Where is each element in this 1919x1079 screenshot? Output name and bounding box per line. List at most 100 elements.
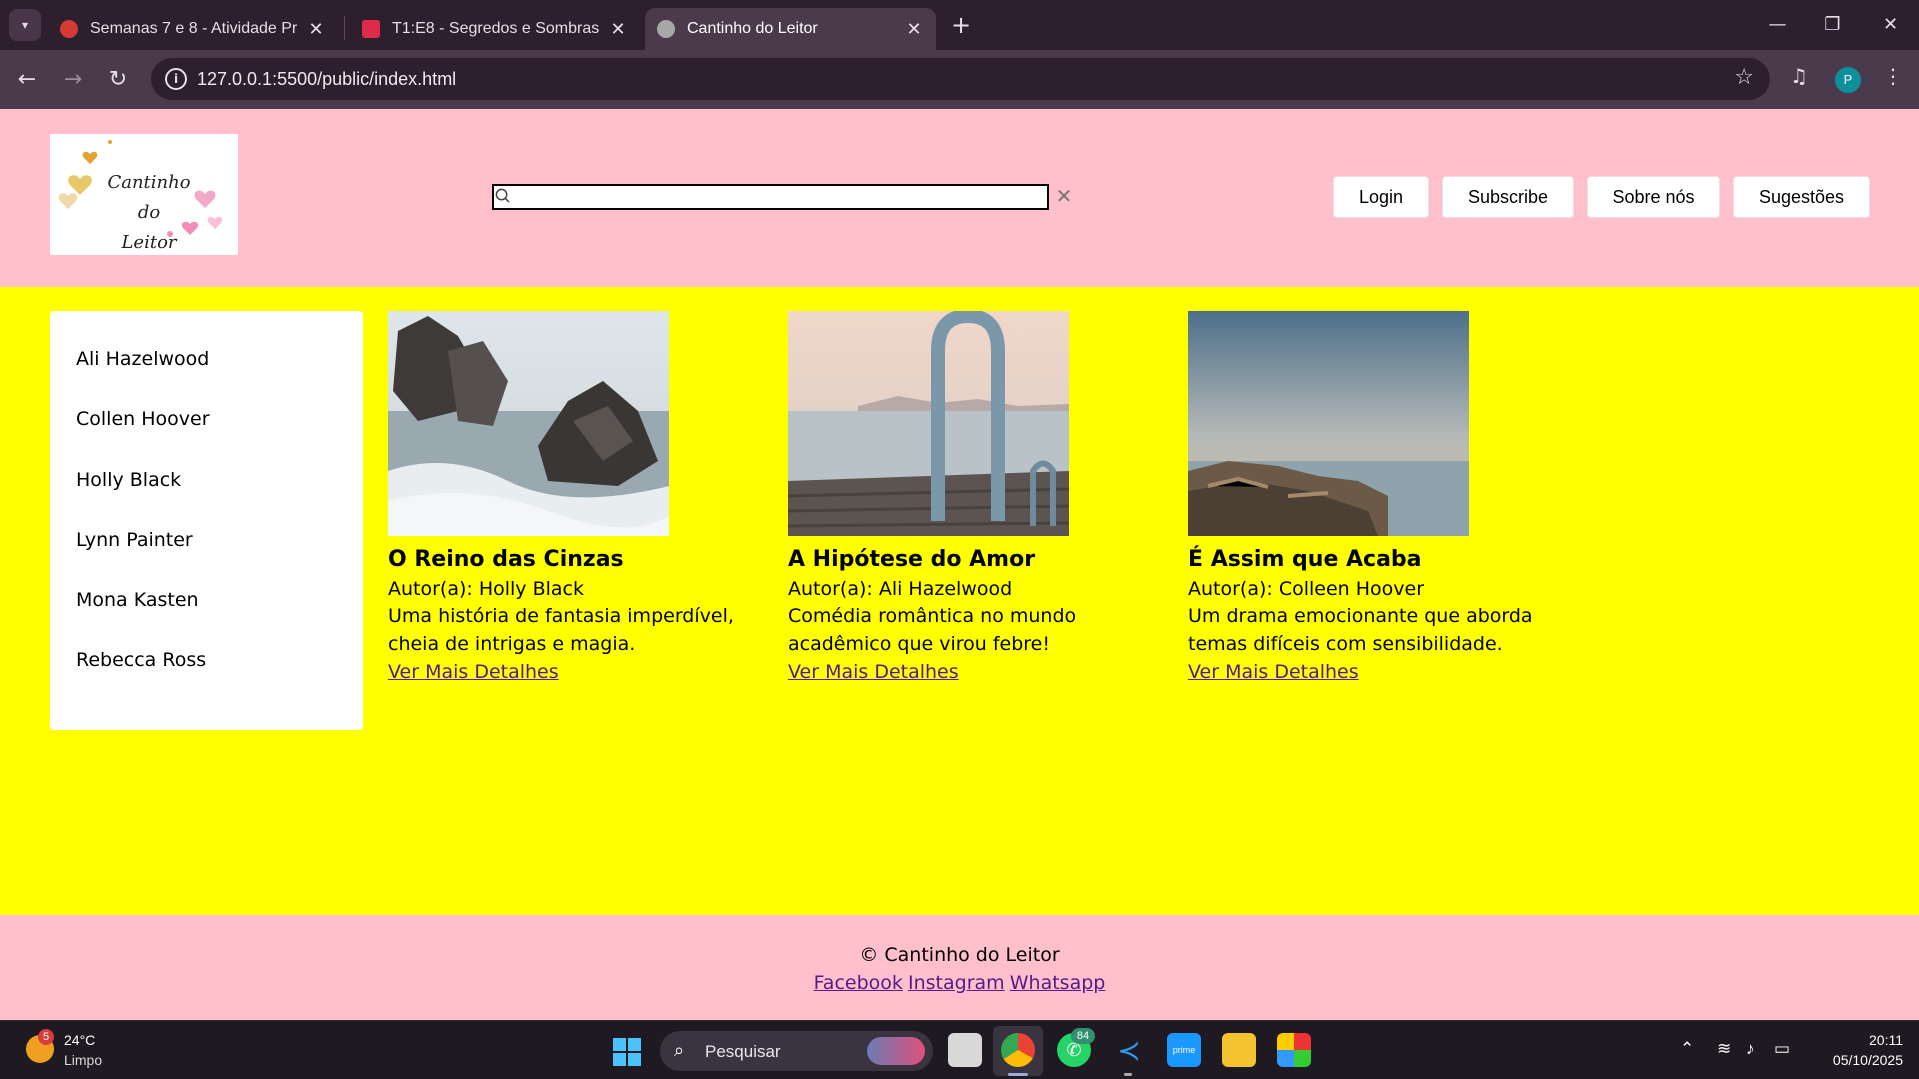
book-title: A Hipótese do Amor — [788, 547, 1036, 572]
browser-toolbar: ← → ↻ i 127.0.0.1:5500/public/index.html… — [0, 50, 1919, 109]
chrome-icon[interactable] — [1001, 1033, 1035, 1067]
clear-search-icon[interactable]: ✕ — [1055, 183, 1073, 209]
favicon-icon — [60, 20, 78, 38]
instagram-link[interactable]: Instagram — [908, 972, 1005, 994]
social-links: Facebook Instagram Whatsapp — [0, 969, 1919, 997]
sidebar-item-collen-hoover[interactable]: Collen Hoover — [50, 407, 363, 467]
store-app-icon[interactable] — [1277, 1033, 1311, 1067]
taskbar-search[interactable]: ⌕ Pesquisar — [660, 1031, 933, 1071]
facebook-link[interactable]: Facebook — [814, 972, 903, 994]
logo-text: Cantinho do Leitor — [94, 168, 204, 258]
site-info-icon[interactable]: i — [165, 68, 187, 90]
new-tab-button[interactable]: + — [947, 12, 975, 40]
site-header: Cantinho do Leitor ✕ Login Subscribe Sob… — [0, 109, 1919, 287]
close-icon[interactable]: ✕ — [608, 19, 628, 40]
browser-tab-1[interactable]: Semanas 7 e 8 - Atividade Prátic ✕ — [48, 8, 338, 50]
subscribe-button[interactable]: Subscribe — [1442, 176, 1574, 218]
url-text[interactable]: 127.0.0.1:5500/public/index.html — [197, 69, 456, 90]
prime-video-icon[interactable]: prime — [1167, 1033, 1201, 1067]
chevron-up-icon[interactable]: ⌃ — [1680, 1039, 1694, 1059]
clock-time[interactable]: 20:11 — [1858, 1032, 1903, 1048]
book-card: O Reino das Cinzas Autor(a): Holly Black… — [388, 311, 748, 686]
window-close-button[interactable]: ✕ — [1863, 0, 1918, 48]
browser-tab-2[interactable]: T1:E8 - Segredos e Sombras - F ✕ — [350, 8, 640, 50]
restore-button[interactable]: ❐ — [1805, 0, 1860, 48]
favicon-icon — [362, 20, 380, 38]
author-sidebar: Ali Hazelwood Collen Hoover Holly Black … — [50, 311, 363, 730]
forward-button[interactable]: → — [56, 62, 90, 96]
weather-temperature: 24°C — [64, 1032, 96, 1048]
task-view-icon[interactable] — [948, 1033, 982, 1067]
suggestions-button[interactable]: Sugestões — [1733, 176, 1870, 218]
clock-date[interactable]: 05/10/2025 — [1817, 1052, 1903, 1068]
back-button[interactable]: ← — [10, 62, 44, 96]
running-indicator — [1124, 1073, 1132, 1076]
windows-taskbar: 5 24°C Limpo ⌕ Pesquisar ✆ 84 ≺ prime ⌃ … — [0, 1020, 1919, 1079]
sidebar-item-rebecca-ross[interactable]: Rebecca Ross — [50, 648, 363, 708]
weather-condition: Limpo — [64, 1052, 103, 1068]
details-link[interactable]: Ver Mais Detalhes — [1188, 661, 1359, 683]
login-button[interactable]: Login — [1333, 176, 1429, 218]
weather-badge: 5 — [38, 1029, 54, 1045]
search-box — [492, 184, 1049, 210]
book-cover-rocks-sea — [388, 311, 669, 536]
close-icon[interactable]: ✕ — [306, 19, 326, 40]
details-link[interactable]: Ver Mais Detalhes — [788, 661, 959, 683]
web-page: Cantinho do Leitor ✕ Login Subscribe Sob… — [0, 109, 1919, 1020]
volume-icon[interactable]: ♪ — [1746, 1039, 1755, 1059]
search-input[interactable] — [514, 186, 1044, 208]
book-author: Autor(a): Holly Black — [388, 578, 584, 600]
book-cover-coast-sunset — [1188, 311, 1469, 536]
minimize-button[interactable]: — — [1750, 0, 1805, 48]
whatsapp-badge: 84 — [1071, 1028, 1095, 1044]
profile-avatar[interactable]: P — [1835, 67, 1861, 93]
windows-start-icon[interactable] — [612, 1037, 642, 1067]
site-logo[interactable]: Cantinho do Leitor — [50, 134, 238, 255]
address-bar[interactable]: i 127.0.0.1:5500/public/index.html ☆ — [151, 58, 1770, 100]
whatsapp-link[interactable]: Whatsapp — [1010, 972, 1106, 994]
book-cover-pier-ladder — [788, 311, 1069, 536]
tab-title: Semanas 7 e 8 - Atividade Prátic — [90, 20, 298, 37]
menu-icon[interactable]: ⋮ — [1883, 64, 1903, 88]
chevron-down-icon: ▾ — [21, 18, 29, 32]
bookmark-star-icon[interactable]: ☆ — [1734, 65, 1754, 90]
about-button[interactable]: Sobre nós — [1587, 176, 1720, 218]
battery-icon[interactable]: ▭ — [1774, 1039, 1790, 1059]
globe-icon — [657, 20, 675, 38]
book-description: Comédia romântica no mundo acadêmico que… — [788, 605, 1077, 655]
close-icon[interactable]: ✕ — [904, 19, 924, 40]
logo-line-2: Leitor — [121, 232, 177, 253]
reload-button[interactable]: ↻ — [101, 62, 135, 96]
sidebar-item-lynn-painter[interactable]: Lynn Painter — [50, 528, 363, 588]
book-author: Autor(a): Ali Hazelwood — [788, 578, 1013, 600]
sidebar-item-mona-kasten[interactable]: Mona Kasten — [50, 588, 363, 648]
tab-title: T1:E8 - Segredos e Sombras - F — [392, 20, 600, 37]
copyright-text: © Cantinho do Leitor — [859, 944, 1060, 966]
running-indicator — [1008, 1073, 1028, 1076]
browser-tab-3-active[interactable]: Cantinho do Leitor ✕ — [645, 8, 936, 50]
tab-divider — [344, 16, 345, 40]
tab-search-button[interactable]: ▾ — [9, 9, 41, 41]
logo-line-1: Cantinho do — [107, 172, 191, 223]
book-author: Autor(a): Colleen Hoover — [1188, 578, 1425, 600]
details-link[interactable]: Ver Mais Detalhes — [388, 661, 559, 683]
search-icon — [495, 188, 510, 203]
book-card: A Hipótese do Amor Autor(a): Ali Hazelwo… — [788, 311, 1148, 686]
book-description: Um drama emocionante que aborda temas di… — [1188, 605, 1533, 655]
taskbar-search-placeholder: Pesquisar — [705, 1042, 781, 1061]
wifi-icon[interactable]: ≋ — [1717, 1039, 1731, 1059]
search-highlight-art — [867, 1037, 925, 1065]
sidebar-item-ali-hazelwood[interactable]: Ali Hazelwood — [50, 347, 363, 407]
file-explorer-icon[interactable] — [1222, 1033, 1256, 1067]
browser-tab-strip: ▾ Semanas 7 e 8 - Atividade Prátic ✕ T1:… — [0, 0, 1919, 50]
sidebar-item-holly-black[interactable]: Holly Black — [50, 468, 363, 528]
site-footer: © Cantinho do Leitor Facebook Instagram … — [0, 915, 1919, 1020]
media-controls-icon[interactable]: ♫ — [1790, 64, 1808, 88]
search-icon: ⌕ — [674, 1040, 685, 1060]
book-title: O Reino das Cinzas — [388, 547, 624, 572]
book-description: Uma história de fantasia imperdível, che… — [388, 605, 734, 655]
book-title: É Assim que Acaba — [1188, 547, 1422, 572]
vscode-icon[interactable]: ≺ — [1112, 1033, 1146, 1067]
book-card: É Assim que Acaba Autor(a): Colleen Hoov… — [1188, 311, 1548, 686]
tab-title: Cantinho do Leitor — [687, 20, 818, 37]
